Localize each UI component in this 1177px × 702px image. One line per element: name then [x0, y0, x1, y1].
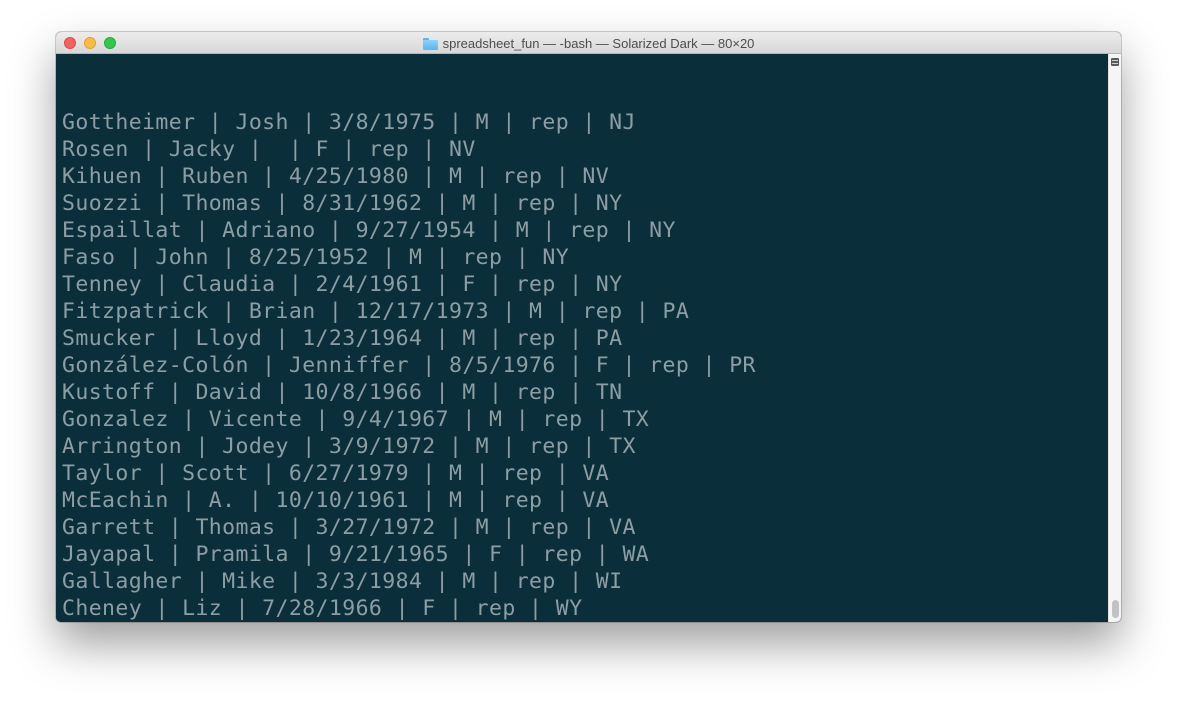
output-line: Suozzi | Thomas | 8/31/1962 | M | rep | …: [62, 191, 623, 216]
title-bar[interactable]: spreadsheet_fun — -bash — Solarized Dark…: [56, 32, 1121, 54]
terminal-window: spreadsheet_fun — -bash — Solarized Dark…: [56, 32, 1121, 622]
output-line: Jayapal | Pramila | 9/21/1965 | F | rep …: [62, 542, 650, 567]
output-line: Gottheimer | Josh | 3/8/1975 | M | rep |…: [62, 110, 636, 135]
output-line: Arrington | Jodey | 3/9/1972 | M | rep |…: [62, 434, 636, 459]
output-line: Espaillat | Adriano | 9/27/1954 | M | re…: [62, 218, 676, 243]
output-line: Kihuen | Ruben | 4/25/1980 | M | rep | N…: [62, 164, 610, 189]
output-line: Taylor | Scott | 6/27/1979 | M | rep | V…: [62, 461, 610, 486]
split-pane-handle-icon[interactable]: [1111, 58, 1119, 66]
output-line: Rosen | Jacky | | F | rep | NV: [62, 137, 476, 162]
window-title: spreadsheet_fun — -bash — Solarized Dark…: [56, 32, 1121, 54]
vertical-scrollbar[interactable]: [1108, 54, 1121, 622]
output-line: Tenney | Claudia | 2/4/1961 | F | rep | …: [62, 272, 623, 297]
window-title-text: spreadsheet_fun — -bash — Solarized Dark…: [442, 35, 755, 51]
output-line: Garrett | Thomas | 3/27/1972 | M | rep |…: [62, 515, 636, 540]
terminal-output[interactable]: Gottheimer | Josh | 3/8/1975 | M | rep |…: [56, 54, 1108, 622]
output-line: Smucker | Lloyd | 1/23/1964 | M | rep | …: [62, 326, 623, 351]
output-line: McEachin | A. | 10/10/1961 | M | rep | V…: [62, 488, 610, 513]
output-line: Gallagher | Mike | 3/3/1984 | M | rep | …: [62, 569, 623, 594]
folder-icon: [422, 37, 438, 50]
scroll-thumb[interactable]: [1112, 600, 1119, 618]
output-line: Cheney | Liz | 7/28/1966 | F | rep | WY: [62, 596, 583, 621]
output-lines: Gottheimer | Josh | 3/8/1975 | M | rep |…: [62, 109, 1108, 622]
output-line: Kustoff | David | 10/8/1966 | M | rep | …: [62, 380, 623, 405]
output-line: Fitzpatrick | Brian | 12/17/1973 | M | r…: [62, 299, 690, 324]
output-line: Gonzalez | Vicente | 9/4/1967 | M | rep …: [62, 407, 650, 432]
output-line: Faso | John | 8/25/1952 | M | rep | NY: [62, 245, 570, 270]
output-line: González-Colón | Jenniffer | 8/5/1976 | …: [62, 353, 756, 378]
